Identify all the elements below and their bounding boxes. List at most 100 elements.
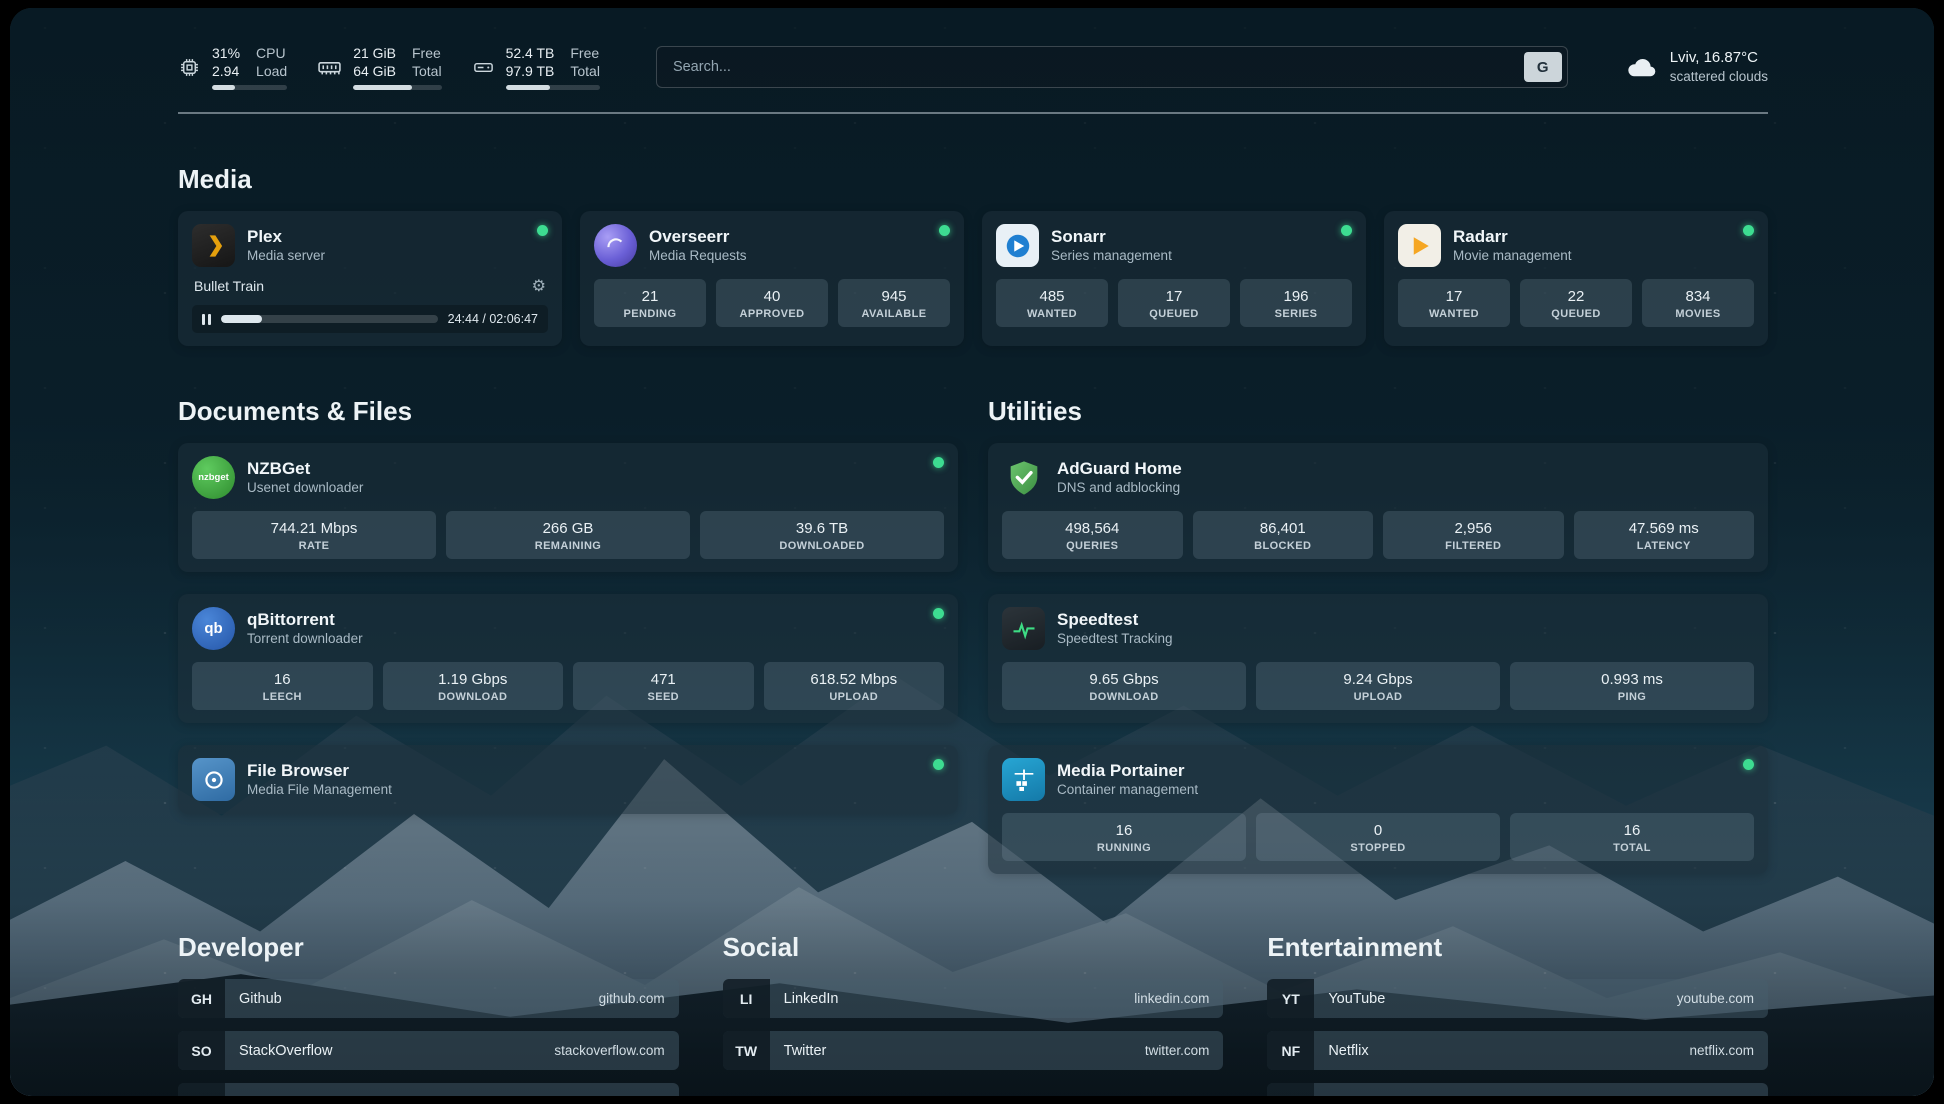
- service-name: Plex: [247, 226, 325, 247]
- stat-seed: 471 SEED: [573, 662, 754, 710]
- service-description: DNS and adblocking: [1057, 479, 1182, 497]
- memory-total-label: Total: [412, 62, 442, 80]
- service-card-qbittorrent[interactable]: qb qBittorrent Torrent downloader 16 LEE…: [178, 594, 958, 723]
- bookmark-name: Netflix: [1314, 1043, 1689, 1059]
- service-card-speedtest[interactable]: Speedtest Speedtest Tracking 9.65 Gbps D…: [988, 594, 1768, 723]
- search-input[interactable]: [671, 58, 1524, 76]
- nzbget-icon: nzbget: [192, 456, 235, 499]
- service-description: Movie management: [1453, 247, 1572, 265]
- gear-icon[interactable]: ⚙: [532, 276, 546, 296]
- stat-filtered: 2,956 FILTERED: [1383, 511, 1564, 559]
- bookmark-name: LinkedIn: [770, 991, 1135, 1007]
- disk-total-label: Total: [570, 62, 600, 80]
- bookmark-url: github.com: [599, 991, 679, 1006]
- bookmark-linkedin[interactable]: LI LinkedIn linkedin.com: [723, 979, 1224, 1018]
- stat-ping: 0.993 ms PING: [1510, 662, 1754, 710]
- bookmark-name: Reddit: [1314, 1095, 1691, 1097]
- stat-upload: 618.52 Mbps UPLOAD: [764, 662, 945, 710]
- cpu-usage-value: 31%: [212, 44, 240, 62]
- stat-latency: 47.569 ms LATENCY: [1574, 511, 1755, 559]
- bookmark-twitter[interactable]: TW Twitter twitter.com: [723, 1031, 1224, 1070]
- adguard-icon: [1002, 456, 1045, 499]
- disk-total-value: 97.9 TB: [506, 62, 555, 80]
- service-name: qBittorrent: [247, 609, 363, 630]
- status-dot-online: [933, 759, 944, 770]
- bookmark-abbr: RE: [1267, 1083, 1314, 1096]
- playback-time: 24:44 / 02:06:47: [448, 312, 538, 326]
- bookmark-url: linkedin.com: [1134, 991, 1223, 1006]
- bookmark-group-social: Social LI LinkedIn linkedin.com TW Twitt…: [723, 914, 1224, 1096]
- stat-upload: 9.24 Gbps UPLOAD: [1256, 662, 1500, 710]
- memory-metric: 21 GiB 64 GiB Free Total: [317, 44, 441, 90]
- service-description: Series management: [1051, 247, 1172, 265]
- bookmark-reddit[interactable]: RE Reddit reddit.com: [1267, 1083, 1768, 1096]
- bookmark-netflix[interactable]: NF Netflix netflix.com: [1267, 1031, 1768, 1070]
- service-description: Media Requests: [649, 247, 747, 265]
- bookmark-stackoverflow[interactable]: SO StackOverflow stackoverflow.com: [178, 1031, 679, 1070]
- bookmark-youtube[interactable]: YT YouTube youtube.com: [1267, 979, 1768, 1018]
- status-dot-online: [939, 225, 950, 236]
- service-card-overseerr[interactable]: Overseerr Media Requests 21 PENDING 40 A…: [580, 211, 964, 346]
- bookmark-abbr: NF: [1267, 1031, 1314, 1070]
- bookmark-abbr: SO: [178, 1031, 225, 1070]
- service-description: Container management: [1057, 781, 1198, 799]
- bookmark-url: twitter.com: [1145, 1043, 1224, 1058]
- playback-progress-fill: [221, 315, 262, 323]
- bookmark-group-entertainment: Entertainment YT YouTube youtube.com NF …: [1267, 914, 1768, 1096]
- stat-approved: 40 APPROVED: [716, 279, 828, 327]
- stat-queued: 22 QUEUED: [1520, 279, 1632, 327]
- service-description: Usenet downloader: [247, 479, 363, 497]
- status-dot-online: [933, 457, 944, 468]
- status-dot-online: [537, 225, 548, 236]
- service-name: Sonarr: [1051, 226, 1172, 247]
- cpu-load-value: 2.94: [212, 62, 239, 80]
- status-dot-online: [1743, 225, 1754, 236]
- service-name: Radarr: [1453, 226, 1572, 247]
- stat-queries: 498,564 QUERIES: [1002, 511, 1183, 559]
- service-card-radarr[interactable]: Radarr Movie management 17 WANTED 22 QUE…: [1384, 211, 1768, 346]
- bookmark-name: StackOverflow: [225, 1043, 554, 1059]
- bookmark-github[interactable]: GH Github github.com: [178, 979, 679, 1018]
- topbar-divider: [178, 112, 1768, 114]
- service-card-portainer[interactable]: Media Portainer Container management 16 …: [988, 745, 1768, 874]
- bookmark-url: stackoverflow.com: [554, 1043, 678, 1058]
- bookmark-dev[interactable]: DT DEV dev.to: [178, 1083, 679, 1096]
- bookmark-url: youtube.com: [1677, 991, 1768, 1006]
- cpu-usage-label: CPU: [256, 44, 287, 62]
- weather-condition: scattered clouds: [1670, 67, 1768, 86]
- qbittorrent-icon: qb: [192, 607, 235, 650]
- dashboard-screen: 31% 2.94 CPU Load: [10, 8, 1934, 1096]
- bookmark-url: netflix.com: [1689, 1043, 1768, 1058]
- stat-wanted: 485 WANTED: [996, 279, 1108, 327]
- filebrowser-icon: [192, 758, 235, 801]
- weather-widget: Lviv, 16.87°C scattered clouds: [1624, 48, 1768, 86]
- bookmark-name: YouTube: [1314, 991, 1676, 1007]
- search-bar[interactable]: G: [656, 46, 1568, 88]
- service-name: AdGuard Home: [1057, 458, 1182, 479]
- cloud-icon: [1624, 50, 1658, 84]
- bookmark-abbr: TW: [723, 1031, 770, 1070]
- stat-leech: 16 LEECH: [192, 662, 373, 710]
- stat-download: 1.19 Gbps DOWNLOAD: [383, 662, 564, 710]
- bookmark-abbr: LI: [723, 979, 770, 1018]
- memory-total-value: 64 GiB: [353, 62, 396, 80]
- bookmark-name: DEV: [225, 1095, 629, 1097]
- bookmark-url: dev.to: [629, 1095, 679, 1096]
- now-playing-title: Bullet Train: [194, 278, 264, 294]
- section-title-media: Media: [178, 164, 1768, 195]
- memory-icon: [317, 55, 342, 80]
- search-provider-button[interactable]: G: [1524, 52, 1562, 82]
- memory-usage-bar: [353, 85, 441, 90]
- playback-progress-track[interactable]: [221, 315, 438, 323]
- bookmark-abbr: DT: [178, 1083, 225, 1096]
- service-card-nzbget[interactable]: nzbget NZBGet Usenet downloader 744.21 M…: [178, 443, 958, 572]
- service-card-sonarr[interactable]: Sonarr Series management 485 WANTED 17 Q…: [982, 211, 1366, 346]
- section-title-utilities: Utilities: [988, 396, 1768, 427]
- plex-icon: [192, 224, 235, 267]
- service-card-filebrowser[interactable]: File Browser Media File Management: [178, 745, 958, 814]
- top-status-bar: 31% 2.94 CPU Load: [178, 38, 1768, 96]
- service-description: Torrent downloader: [247, 630, 363, 648]
- service-card-adguard[interactable]: AdGuard Home DNS and adblocking 498,564 …: [988, 443, 1768, 572]
- service-card-plex[interactable]: Plex Media server Bullet Train ⚙ 24:44 /…: [178, 211, 562, 346]
- pause-icon[interactable]: [202, 314, 211, 325]
